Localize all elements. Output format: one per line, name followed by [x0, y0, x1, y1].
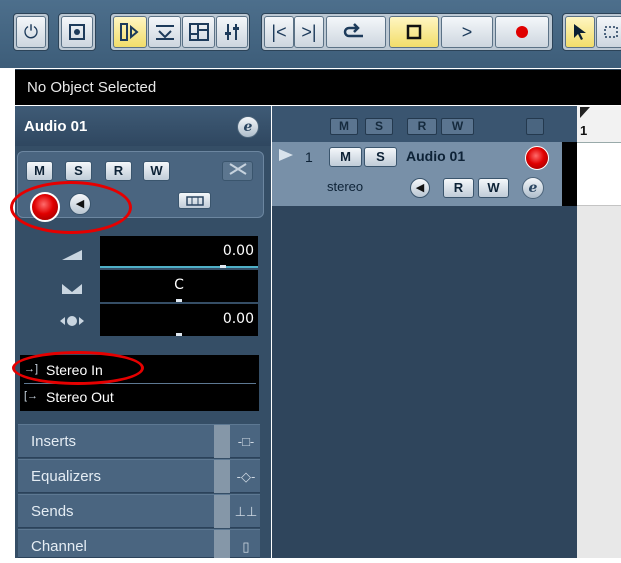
edit-channel-button[interactable]: e — [237, 116, 259, 138]
volume-handle — [220, 265, 226, 268]
cycle-button[interactable] — [326, 16, 386, 48]
volume-icon — [62, 250, 82, 260]
info-line-text: No Object Selected — [27, 79, 157, 96]
constrain-group — [58, 13, 96, 51]
go-to-start-button[interactable]: |< — [264, 16, 294, 48]
info-line-icon[interactable] — [148, 16, 181, 48]
toolbar: ⏻ |< >| > — [0, 0, 621, 68]
channel-icon: ▯ — [242, 539, 250, 554]
section-inserts[interactable]: Inserts -□- — [18, 424, 260, 458]
channel-settings-icon[interactable] — [178, 192, 211, 209]
section-sends[interactable]: Sends ⊥⊥ — [18, 494, 260, 528]
power-icon[interactable]: ⏻ — [16, 16, 46, 48]
solo-button[interactable]: S — [65, 161, 92, 181]
track-record-button[interactable] — [525, 146, 549, 170]
track-row[interactable]: 1 M S Audio 01 stereo ◀ R W e — [272, 142, 562, 206]
mute-button[interactable]: M — [26, 161, 53, 181]
track-list-settings-icon[interactable] — [526, 118, 544, 135]
volume-meter — [100, 266, 258, 268]
global-solo-button[interactable]: S — [365, 118, 393, 135]
global-write-button[interactable]: W — [441, 118, 474, 135]
section-inserts-bar — [214, 425, 230, 458]
equalizer-icon: -◇- — [236, 469, 256, 484]
pan-control[interactable]: C — [100, 270, 258, 302]
inserts-icon: -□- — [237, 434, 255, 449]
section-equalizers-label: Equalizers — [31, 468, 102, 485]
tools-group — [562, 13, 621, 51]
left-locator-icon — [580, 107, 590, 118]
highlight-record-ellipse — [10, 181, 132, 234]
stop-icon — [406, 24, 422, 40]
section-equalizers-bar — [214, 460, 230, 493]
section-inserts-label: Inserts — [31, 433, 77, 450]
bypass-icon[interactable] — [222, 161, 253, 181]
highlight-input-ellipse — [12, 351, 144, 385]
track-read-button[interactable]: R — [443, 178, 474, 198]
play-button[interactable]: > — [441, 16, 493, 48]
output-routing-field[interactable]: [→ Stereo Out — [20, 384, 259, 411]
volume-fader[interactable]: 0.00 — [100, 236, 258, 268]
volume-value: 0.00 — [222, 243, 254, 259]
output-icon: [→ — [24, 390, 39, 402]
power-group: ⏻ — [13, 13, 49, 51]
ruler-bar-number: 1 — [580, 123, 588, 138]
arrow-tool-icon[interactable] — [565, 16, 595, 48]
section-channel[interactable]: Channel ▯ — [18, 529, 260, 558]
track-type: stereo — [327, 179, 364, 194]
delay-handle — [176, 333, 182, 336]
delay-value: 0.00 — [222, 311, 254, 327]
go-to-end-label: >| — [301, 21, 317, 42]
section-channel-bar — [214, 530, 230, 558]
section-equalizers[interactable]: Equalizers -◇- — [18, 459, 260, 493]
read-automation-button[interactable]: R — [105, 161, 132, 181]
inspector-track-name: Audio 01 — [24, 118, 88, 135]
stop-button[interactable] — [389, 16, 439, 48]
global-read-button[interactable]: R — [407, 118, 437, 135]
track-color-strip — [562, 142, 577, 206]
section-channel-label: Channel — [31, 538, 87, 555]
info-line: No Object Selected — [15, 69, 621, 105]
track-mute-button[interactable]: M — [329, 147, 362, 167]
track-selected-arrow-icon — [279, 149, 293, 161]
sends-icon: ⊥⊥ — [234, 504, 258, 519]
pan-icon — [62, 284, 82, 294]
track-number: 1 — [305, 149, 313, 165]
delay-control[interactable]: 0.00 — [100, 304, 258, 336]
track-solo-button[interactable]: S — [364, 147, 397, 167]
track-lane[interactable] — [577, 143, 621, 206]
mixer-icon[interactable] — [216, 16, 248, 48]
go-to-end-button[interactable]: >| — [294, 16, 324, 48]
output-routing-value: Stereo Out — [46, 389, 114, 405]
section-sends-label: Sends — [31, 503, 74, 520]
pan-value: C — [174, 277, 184, 293]
record-button[interactable] — [495, 16, 549, 48]
write-automation-button[interactable]: W — [143, 161, 170, 181]
transport-group: |< >| > — [261, 13, 553, 51]
inspector-track-title[interactable]: Audio 01 e — [15, 106, 271, 146]
delay-icon — [60, 316, 84, 326]
track-edit-button[interactable]: e — [522, 177, 544, 199]
range-tool-icon[interactable] — [596, 16, 621, 48]
pan-handle — [176, 299, 182, 302]
view-buttons-group — [110, 13, 250, 51]
inspector-icon[interactable] — [113, 16, 147, 48]
constrain-delay-icon[interactable] — [61, 16, 93, 48]
cycle-icon — [343, 23, 363, 38]
track-monitor-icon[interactable]: ◀ — [410, 178, 430, 198]
track-write-button[interactable]: W — [478, 178, 509, 198]
track-name: Audio 01 — [406, 148, 466, 164]
section-sends-bar — [214, 495, 230, 528]
record-icon — [516, 26, 528, 38]
ruler[interactable]: 1 — [577, 106, 621, 143]
global-mute-button[interactable]: M — [330, 118, 358, 135]
overview-icon[interactable] — [182, 16, 215, 48]
fader-labels — [22, 234, 94, 338]
go-to-start-label: |< — [271, 21, 287, 42]
play-label: > — [461, 21, 473, 42]
